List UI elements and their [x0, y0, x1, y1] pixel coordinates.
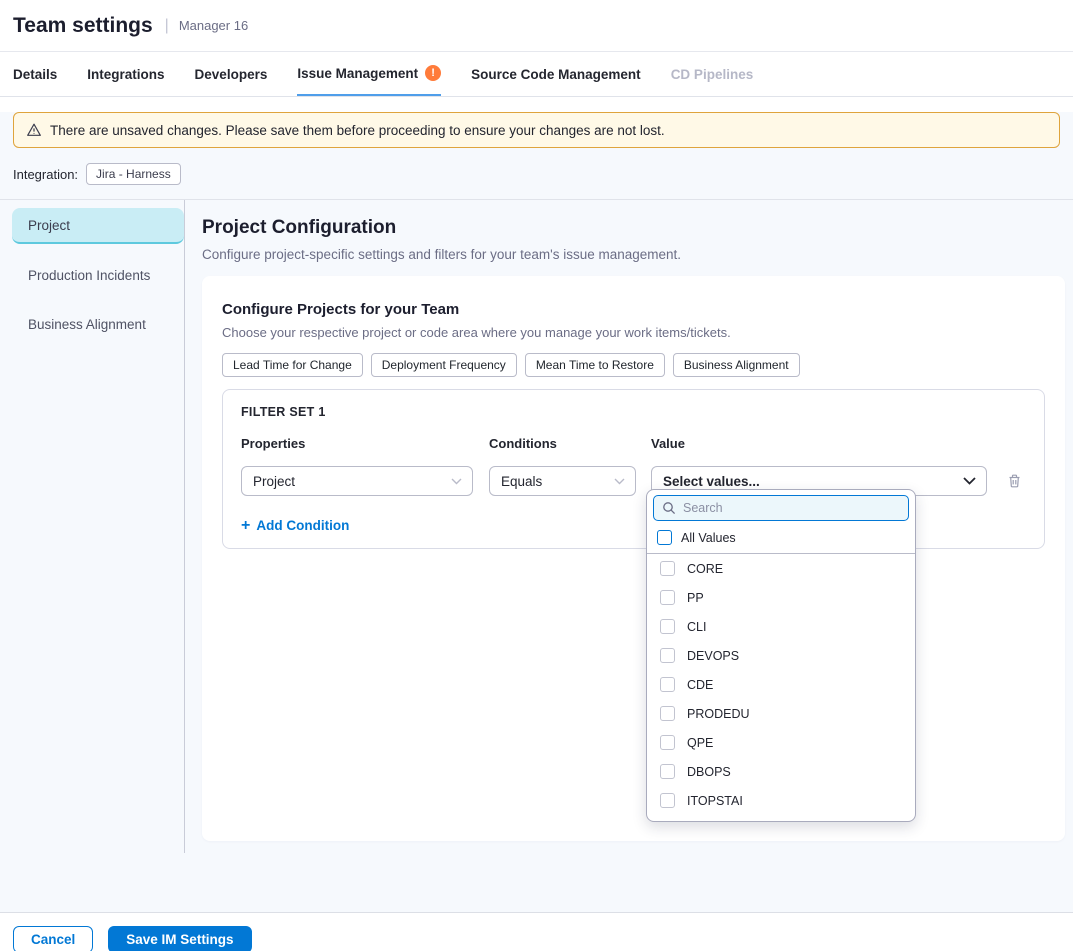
configure-projects-card: Configure Projects for your Team Choose …: [202, 276, 1065, 841]
integration-label: Integration:: [13, 167, 78, 182]
sidebar-item[interactable]: Project: [12, 208, 184, 244]
plus-icon: +: [241, 519, 250, 533]
option-label: PRODEDU: [687, 707, 750, 721]
metric-chip[interactable]: Mean Time to Restore: [525, 353, 665, 377]
tab[interactable]: CD Pipelines: [671, 52, 754, 96]
delete-condition-button[interactable]: [1007, 473, 1022, 489]
dropdown-option[interactable]: ITOPSTAI: [647, 786, 915, 815]
option-label: CORE: [687, 562, 723, 576]
dropdown-option[interactable]: PRODEDU: [647, 699, 915, 728]
add-condition-label: Add Condition: [256, 518, 349, 533]
section-title: Project Configuration: [202, 216, 1065, 240]
integration-chip[interactable]: Jira - Harness: [86, 163, 181, 185]
all-values-option[interactable]: All Values: [647, 521, 915, 554]
sidebar-item-label: Business Alignment: [28, 317, 146, 332]
tab[interactable]: Issue Management !: [297, 52, 441, 96]
sidebar-item[interactable]: Production Incidents: [12, 257, 184, 293]
metric-chip[interactable]: Business Alignment: [673, 353, 800, 377]
option-label: PP: [687, 591, 704, 605]
page-title: Team settings: [13, 14, 153, 38]
option-label: DEVOPS: [687, 649, 739, 663]
option-checkbox[interactable]: [660, 561, 675, 576]
option-label: DBOPS: [687, 765, 731, 779]
option-checkbox[interactable]: [660, 735, 675, 750]
tab-label: Developers: [195, 67, 268, 82]
main-panel: Project Configuration Configure project-…: [185, 200, 1073, 853]
search-icon: [662, 501, 676, 515]
dropdown-options-list: CORE PP CLI DEVOPS: [647, 554, 915, 822]
sidebar-item-label: Project: [28, 218, 70, 233]
metric-chip[interactable]: Lead Time for Change: [222, 353, 363, 377]
metric-chips: Lead Time for Change Deployment Frequenc…: [222, 353, 1045, 377]
dropdown-option[interactable]: DBOPS: [647, 757, 915, 786]
tab-label: Integrations: [87, 67, 164, 82]
warning-badge: !: [425, 65, 441, 81]
tab[interactable]: Integrations: [87, 52, 164, 96]
team-name-label: Manager 16: [179, 18, 248, 33]
card-subtitle: Choose your respective project or code a…: [222, 325, 1045, 341]
option-checkbox[interactable]: [660, 619, 675, 634]
option-label: ITOPSTAI: [687, 794, 743, 808]
sidebar-item-label: Production Incidents: [28, 268, 150, 283]
chevron-down-icon: [963, 477, 976, 485]
dropdown-option[interactable]: CLI: [647, 612, 915, 641]
tab[interactable]: Developers: [195, 52, 268, 96]
save-im-settings-button[interactable]: Save IM Settings: [108, 926, 251, 951]
sidebar-item[interactable]: Business Alignment: [12, 306, 184, 342]
option-checkbox[interactable]: [660, 648, 675, 663]
value-select-placeholder: Select values...: [663, 474, 760, 489]
properties-column-label: Properties: [241, 436, 489, 452]
chevron-down-icon: [614, 478, 625, 485]
page-header: Team settings | Manager 16: [0, 0, 1073, 52]
filter-set-1: FILTER SET 1 Properties Conditions Value…: [222, 389, 1045, 549]
banner-text: There are unsaved changes. Please save t…: [50, 123, 665, 138]
dropdown-option[interactable]: CORE: [647, 554, 915, 583]
all-values-label: All Values: [681, 531, 736, 545]
integration-row: Integration: Jira - Harness: [13, 163, 1060, 185]
tab-label: Details: [13, 67, 57, 82]
option-checkbox[interactable]: [660, 677, 675, 692]
option-label: CLI: [687, 620, 706, 634]
tab-bar: Details Integrations Developers Issue Ma…: [0, 52, 1073, 97]
tab-label: Source Code Management: [471, 67, 641, 82]
option-checkbox[interactable]: [660, 764, 675, 779]
tab-label: CD Pipelines: [671, 67, 754, 82]
dropdown-option[interactable]: DEVOPS: [647, 641, 915, 670]
dropdown-option[interactable]: QPE: [647, 728, 915, 757]
metric-chip[interactable]: Deployment Frequency: [371, 353, 517, 377]
tab-label: Issue Management: [297, 66, 418, 81]
conditions-column-label: Conditions: [489, 436, 651, 452]
option-checkbox[interactable]: [660, 793, 675, 808]
properties-select-value: Project: [253, 474, 295, 489]
filter-column-labels: Properties Conditions Value: [241, 436, 1026, 452]
option-checkbox[interactable]: [660, 590, 675, 605]
all-values-checkbox[interactable]: [657, 530, 672, 545]
chevron-down-icon: [451, 478, 462, 485]
dropdown-search-input[interactable]: Search: [653, 495, 909, 521]
title-separator: |: [165, 17, 169, 35]
team-settings-page: Team settings | Manager 16 Details Integ…: [0, 0, 1073, 951]
search-placeholder: Search: [683, 501, 723, 515]
section-subtitle: Configure project-specific settings and …: [202, 246, 1065, 263]
dropdown-option[interactable]: PIPE: [647, 815, 915, 822]
option-checkbox[interactable]: [660, 706, 675, 721]
option-label: QPE: [687, 736, 713, 750]
card-title: Configure Projects for your Team: [222, 300, 1045, 319]
conditions-select[interactable]: Equals: [489, 466, 636, 496]
warning-triangle-icon: [26, 122, 42, 138]
cancel-button[interactable]: Cancel: [13, 926, 93, 951]
dropdown-option[interactable]: PP: [647, 583, 915, 612]
properties-select[interactable]: Project: [241, 466, 473, 496]
settings-sidebar: Project Production Incidents Business Al…: [0, 200, 185, 853]
page-footer: Cancel Save IM Settings: [0, 912, 1073, 951]
conditions-select-value: Equals: [501, 474, 542, 489]
value-column-label: Value: [651, 436, 685, 452]
filter-set-title: FILTER SET 1: [241, 404, 1026, 420]
tab[interactable]: Source Code Management: [471, 52, 641, 96]
option-label: CDE: [687, 678, 713, 692]
unsaved-changes-banner: There are unsaved changes. Please save t…: [13, 112, 1060, 148]
value-dropdown-panel: Search All Values CORE PP CLI: [646, 489, 916, 822]
tab[interactable]: Details: [13, 52, 57, 96]
dropdown-option[interactable]: CDE: [647, 670, 915, 699]
